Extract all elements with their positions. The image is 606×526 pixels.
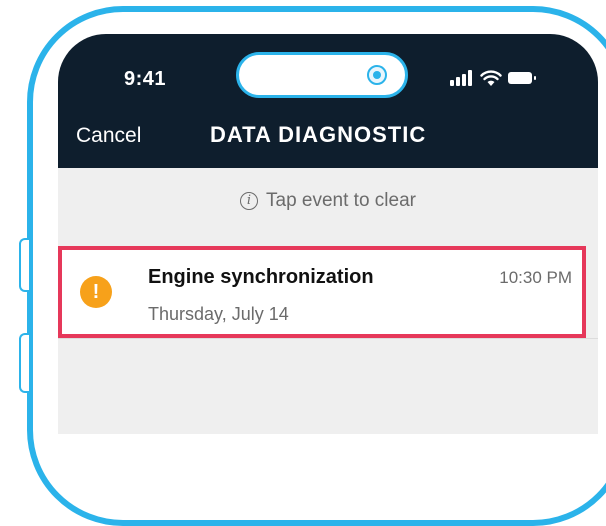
app-header: 9:41 Cancel DATA DIAGNOSTIC (58, 34, 598, 168)
event-time: 10:30 PM (499, 268, 572, 287)
info-icon: i (240, 192, 258, 210)
signal-icon (450, 70, 472, 86)
hint-label: Tap event to clear (266, 190, 416, 211)
page-title: DATA DIAGNOSTIC (210, 122, 427, 147)
hint-text: i Tap event to clear (58, 190, 598, 212)
event-row[interactable]: ! Engine synchronization 10:30 PM Thursd… (58, 246, 586, 338)
phone-screen: 9:41 Cancel DATA DIAGNOSTIC i Tap event t… (58, 34, 598, 434)
wifi-icon (480, 70, 502, 86)
phone-side-button (19, 238, 29, 292)
camera-icon (367, 65, 387, 85)
event-name: Engine synchronization (148, 266, 374, 288)
phone-side-button (19, 333, 29, 393)
battery-icon (508, 72, 536, 84)
status-time: 9:41 (124, 68, 167, 90)
dynamic-island (236, 52, 408, 98)
cancel-button[interactable]: Cancel (76, 124, 141, 148)
warning-icon: ! (80, 276, 112, 308)
divider (58, 338, 598, 339)
event-date: Thursday, July 14 (148, 304, 289, 324)
status-icons (450, 70, 540, 86)
